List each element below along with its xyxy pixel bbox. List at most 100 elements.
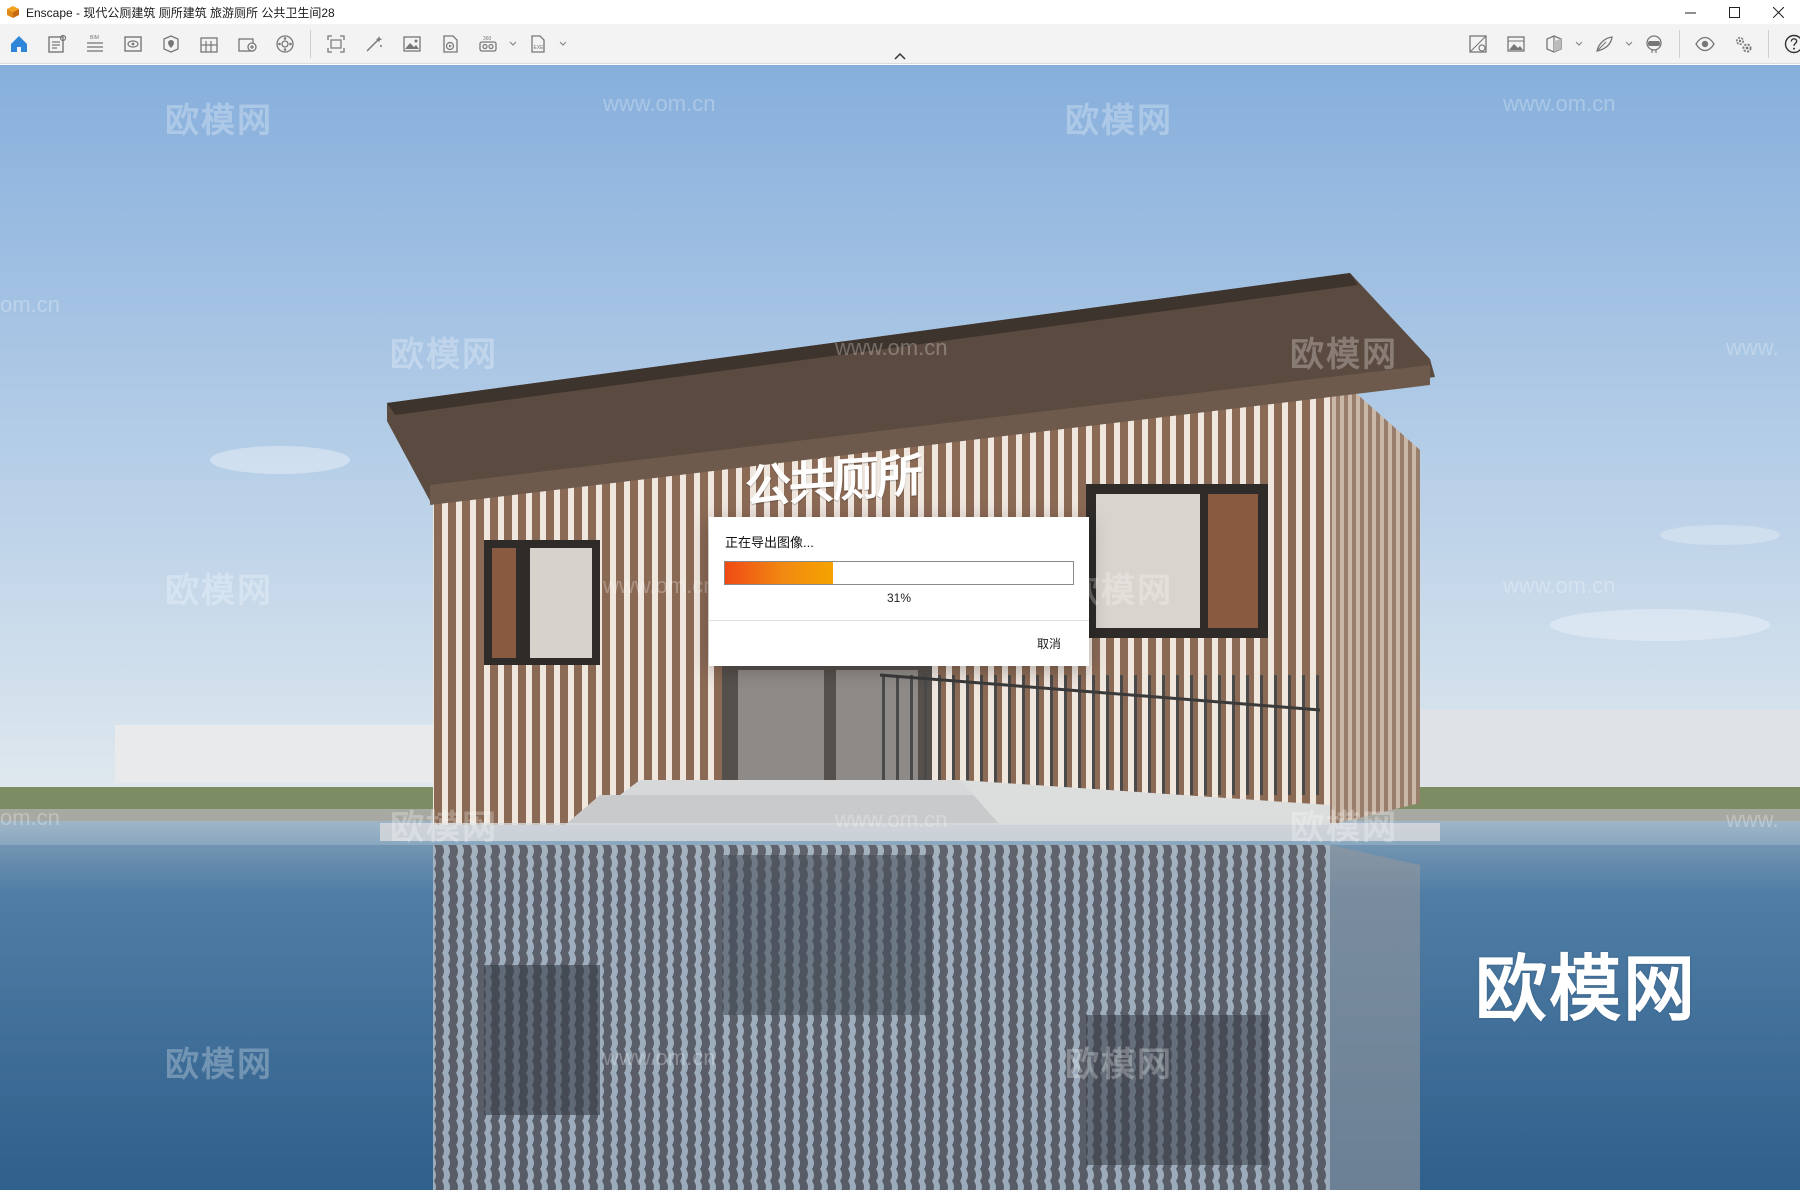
general-settings-icon <box>1736 37 1752 53</box>
screenshot-button[interactable] <box>317 26 355 62</box>
site-context-button[interactable] <box>152 26 190 62</box>
bim-badge: BIM <box>90 35 99 41</box>
toolbar-collapse-toggle[interactable] <box>890 50 910 62</box>
export-button[interactable]: EXE <box>519 26 557 62</box>
watermark: 欧模网 <box>1290 809 1398 847</box>
home-button[interactable] <box>0 26 38 62</box>
home-icon <box>11 36 27 52</box>
atmosphere-button[interactable] <box>266 26 304 62</box>
brand-watermark: 欧模网 <box>1475 950 1698 1030</box>
watermark-url: www.om.cn <box>603 91 716 116</box>
sketch-button[interactable] <box>190 26 228 62</box>
progress-bar <box>724 561 1074 585</box>
svg-text:360: 360 <box>483 36 492 42</box>
maximize-icon <box>1728 6 1740 18</box>
assets-button[interactable] <box>38 26 76 62</box>
section-icon <box>1546 35 1562 53</box>
close-icon <box>1772 6 1784 18</box>
watermark-url: www.om.cn <box>835 807 948 832</box>
material-editor-button[interactable] <box>1585 26 1623 62</box>
toolbar-right-group <box>1459 24 1800 64</box>
panorama-dropdown[interactable] <box>507 26 519 62</box>
svg-text:EXE: EXE <box>534 45 545 51</box>
watermark: 欧模网 <box>1065 102 1173 140</box>
watermark: 欧模网 <box>165 102 273 140</box>
watermark-url-partial: www. <box>1726 335 1779 360</box>
help-button[interactable] <box>1775 26 1800 62</box>
capture-button[interactable] <box>1497 26 1535 62</box>
watermark-url: www.om.cn <box>603 573 716 598</box>
window-controls <box>1668 0 1800 24</box>
toolbar-left-group: BIM 360 EXE <box>0 24 569 64</box>
section-button[interactable] <box>1535 26 1573 62</box>
watermark-url: www.om.cn <box>603 1045 716 1070</box>
watermark: 欧模网 <box>165 1046 273 1084</box>
general-settings-button[interactable] <box>1724 26 1762 62</box>
export-icon: EXE <box>531 35 545 53</box>
enscape-logo-icon <box>7 6 19 18</box>
watermark: 欧模网 <box>390 336 498 374</box>
material-editor-dropdown[interactable] <box>1623 26 1635 62</box>
watermark-url-partial: om.cn <box>0 805 60 830</box>
site-context-icon <box>163 35 179 53</box>
watermark-url: www.om.cn <box>1503 91 1616 116</box>
visual-settings-button[interactable] <box>1686 26 1724 62</box>
sketch-icon <box>200 37 218 53</box>
bim-button[interactable]: BIM <box>76 26 114 62</box>
chevron-down-icon <box>509 41 517 46</box>
cancel-button[interactable]: 取消 <box>1037 635 1061 652</box>
atmosphere-icon <box>276 35 294 53</box>
video-button[interactable] <box>431 26 469 62</box>
screenshot-icon <box>327 35 345 53</box>
panorama-button[interactable]: 360 <box>469 26 507 62</box>
capture-icon <box>1507 36 1525 52</box>
watermark: 欧模网 <box>165 572 273 610</box>
watermark-url: www.om.cn <box>835 335 948 360</box>
minimize-icon <box>1684 12 1696 13</box>
image-icon <box>403 36 421 52</box>
upload-icon <box>238 38 257 52</box>
assets-icon <box>48 34 67 53</box>
progress-percent: 31% <box>886 591 912 605</box>
view-management-button[interactable] <box>1459 26 1497 62</box>
building-sign-text: 公共厕所 <box>745 448 921 514</box>
watermark-url: www.om.cn <box>1503 573 1616 598</box>
section-dropdown[interactable] <box>1573 26 1585 62</box>
chevron-down-icon <box>1625 41 1633 46</box>
chevron-down-icon <box>559 41 567 46</box>
visual-settings-icon <box>1695 36 1715 52</box>
title-bar: Enscape - 现代公厕建筑 厕所建筑 旅游厕所 公共卫生间28 <box>0 0 1800 24</box>
views-icon <box>124 36 142 52</box>
panorama-icon: 360 <box>479 36 497 52</box>
watermark-url-partial: om.cn <box>0 292 60 317</box>
image-button[interactable] <box>393 26 431 62</box>
vr-headset-button[interactable] <box>1635 26 1673 62</box>
views-button[interactable] <box>114 26 152 62</box>
dialog-title: 正在导出图像... <box>725 535 814 550</box>
watermark: 欧模网 <box>1290 336 1398 374</box>
help-icon <box>1784 34 1800 54</box>
view-management-icon <box>1469 35 1487 53</box>
watermark-url-partial: www. <box>1726 807 1779 832</box>
export-progress-dialog: 正在导出图像... 31% 取消 <box>709 517 1089 666</box>
toolbar-separator <box>1768 30 1769 58</box>
material-editor-icon <box>1596 36 1613 52</box>
window-title: Enscape - 现代公厕建筑 厕所建筑 旅游厕所 公共卫生间28 <box>26 5 335 20</box>
bim-icon: BIM <box>87 35 103 52</box>
chevron-down-icon <box>1575 41 1583 46</box>
vr-headset-icon <box>1646 35 1662 53</box>
video-icon <box>443 35 458 53</box>
maximize-button[interactable] <box>1712 0 1756 24</box>
chevron-up-icon <box>894 52 906 60</box>
export-dropdown[interactable] <box>557 26 569 62</box>
close-button[interactable] <box>1756 0 1800 24</box>
watermark: 欧模网 <box>390 809 498 847</box>
minimize-button[interactable] <box>1668 0 1712 24</box>
toolbar-separator <box>310 30 311 58</box>
upload-button[interactable] <box>228 26 266 62</box>
watermark: 欧模网 <box>1065 1046 1173 1084</box>
progress-bar-fill <box>725 562 833 584</box>
toolbar-separator <box>1679 30 1680 58</box>
batch-render-button[interactable] <box>355 26 393 62</box>
dialog-divider <box>709 620 1089 621</box>
